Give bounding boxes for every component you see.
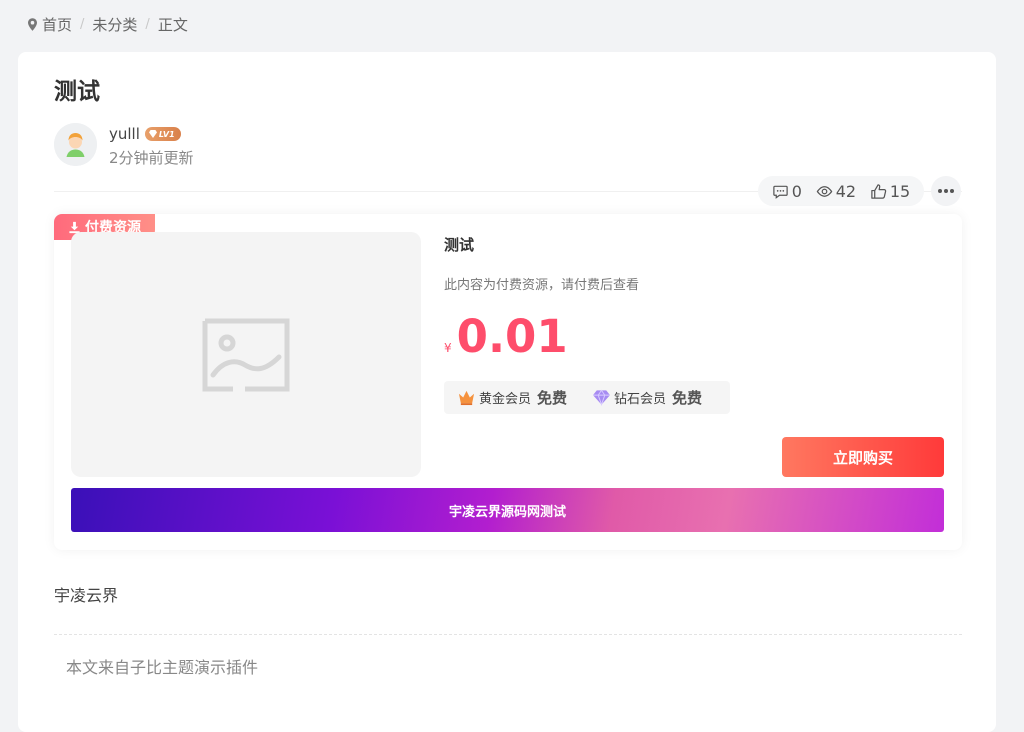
comment-count[interactable]: 0: [772, 182, 802, 201]
level-badge: LV1: [144, 127, 181, 141]
image-placeholder-icon: [202, 318, 290, 391]
promo-banner[interactable]: 宇凌云界源码网测试: [71, 488, 944, 532]
breadcrumb-category-link[interactable]: 未分类: [92, 14, 137, 35]
buy-now-button[interactable]: 立即购买: [782, 437, 944, 477]
author-name[interactable]: yulll: [109, 125, 140, 143]
post-card: 测试 yulll LV1 2分钟前更新 0 42 15 付费资源 测试 此内容为…: [18, 52, 996, 732]
more-dot-icon: [944, 189, 948, 193]
like-count-value: 15: [889, 181, 911, 201]
thumbs-up-icon: [871, 183, 887, 199]
price-value: 0.01: [456, 310, 568, 363]
vip-tier-name: 黄金会员: [479, 392, 532, 407]
comment-icon: [773, 185, 788, 199]
view-count-value: 42: [835, 181, 857, 201]
vip-tier-gold: 黄金会员 免费: [457, 387, 567, 408]
author-info: yulll LV1: [109, 125, 181, 143]
post-stats: 0 42 15: [758, 176, 924, 206]
resource-price: ¥ 0.01: [444, 310, 568, 363]
level-text: LV1: [158, 129, 175, 139]
content-paragraph: 宇凌云界: [54, 586, 119, 605]
post-title: 测试: [54, 79, 100, 105]
avatar-image: [54, 123, 97, 166]
update-time: 2分钟前更新: [109, 149, 194, 167]
source-note: 本文来自子比主题演示插件: [66, 658, 259, 677]
content-divider: [54, 634, 962, 635]
eye-icon: [816, 185, 833, 197]
diamond-icon: [593, 389, 611, 406]
paid-resource-box: 付费资源 测试 此内容为付费资源，请付费后查看 ¥ 0.01 黄金会员 免费 钻…: [54, 214, 962, 550]
promo-banner-text: 宇凌云界源码网测试: [448, 504, 566, 520]
vip-tier-name: 钻石会员: [614, 392, 667, 407]
level-gem-icon: [148, 130, 157, 138]
breadcrumb: 首页 / 未分类 / 正文: [28, 14, 188, 35]
vip-tier-price: 免费: [537, 389, 568, 407]
breadcrumb-separator: /: [80, 17, 85, 32]
more-dot-icon: [938, 189, 942, 193]
like-button[interactable]: 15: [870, 182, 910, 201]
vip-tier-price: 免费: [672, 389, 703, 407]
resource-title: 测试: [444, 236, 475, 254]
breadcrumb-current: 正文: [157, 16, 188, 34]
comment-count-value: 0: [791, 181, 802, 201]
more-dot-icon: [950, 189, 954, 193]
crown-icon: [458, 390, 475, 406]
breadcrumb-home-link[interactable]: 首页: [42, 14, 72, 35]
location-pin-icon: [28, 18, 37, 31]
view-count: 42: [816, 182, 856, 201]
author-avatar[interactable]: [54, 123, 97, 166]
resource-description: 此内容为付费资源，请付费后查看: [444, 278, 640, 293]
currency-symbol: ¥: [444, 341, 452, 355]
vip-tier-diamond: 钻石会员 免费: [592, 387, 702, 408]
breadcrumb-separator: /: [145, 17, 150, 32]
resource-thumbnail[interactable]: [71, 232, 421, 477]
vip-pricing: 黄金会员 免费 钻石会员 免费: [444, 381, 730, 414]
more-options-button[interactable]: [931, 176, 961, 206]
